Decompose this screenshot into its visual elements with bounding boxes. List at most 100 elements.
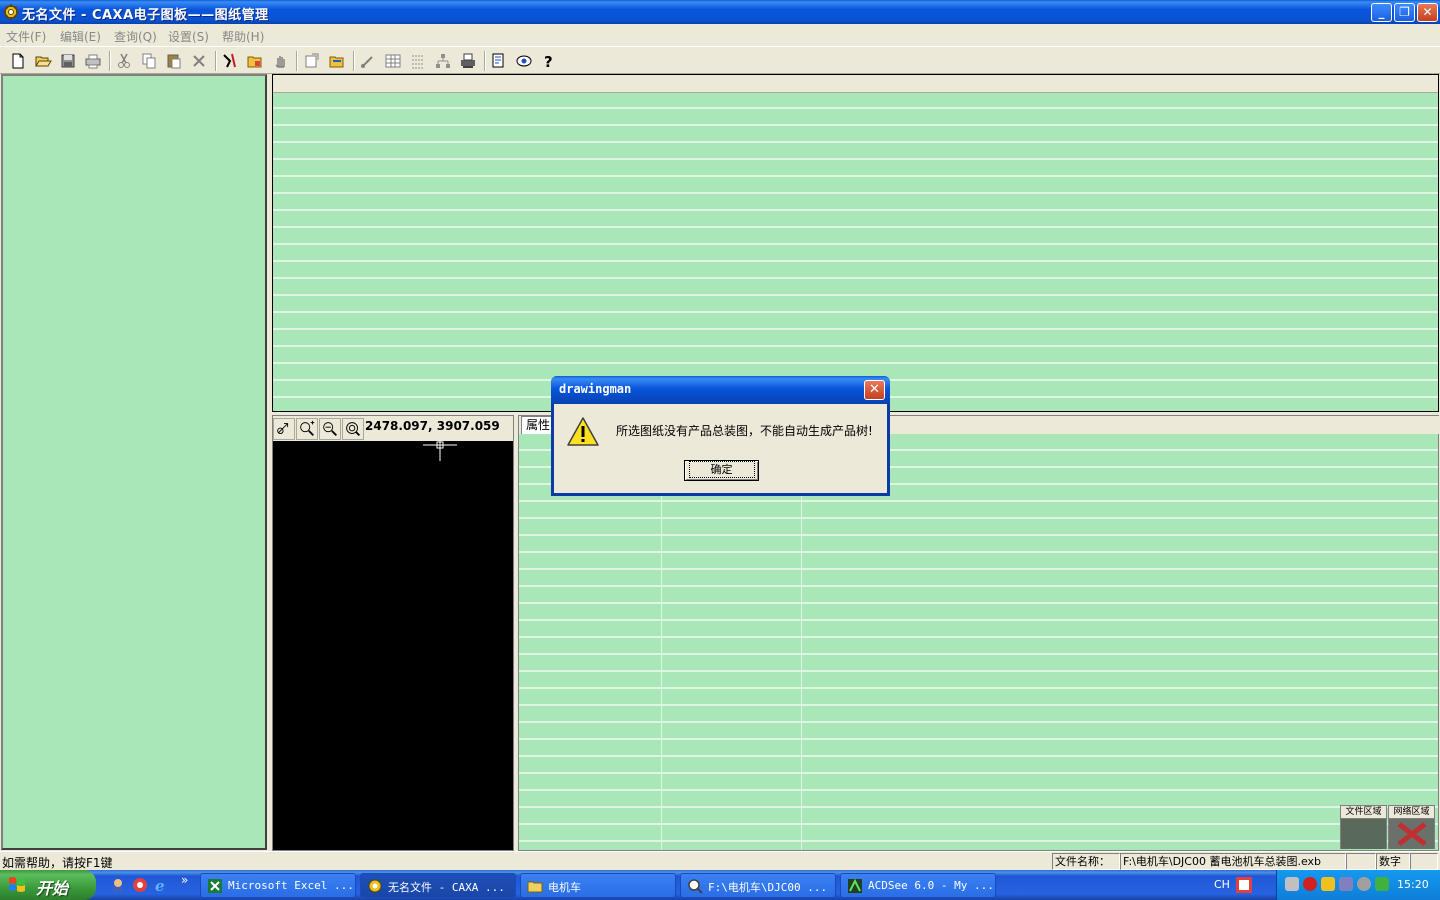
- property-grid[interactable]: [519, 434, 1438, 850]
- quicklaunch-overflow[interactable]: »: [181, 873, 188, 887]
- num-lock-indicator: 数字: [1376, 853, 1410, 870]
- task-caxa[interactable]: 无名文件 - CAXA ...: [360, 873, 516, 898]
- title-bar[interactable]: 无名文件 - CAXA电子图板——图纸管理 _ ❐ ✕: [0, 0, 1440, 24]
- import-icon[interactable]: [327, 51, 347, 71]
- filename-label: 文件名称：: [1052, 853, 1120, 870]
- zoom-all-icon[interactable]: [342, 418, 364, 440]
- cursor-coordinates: 2478.097, 3907.059: [365, 419, 500, 433]
- network-area-label: 网络区域: [1389, 806, 1434, 819]
- drawing-tree-panel[interactable]: [1, 74, 267, 850]
- dialog-message: 所选图纸没有产品总装图，不能自动生成产品树!: [616, 424, 873, 438]
- zoom-icon[interactable]: [319, 418, 341, 440]
- status-help-text: 如需帮助，请按F1键: [2, 856, 113, 870]
- save-icon[interactable]: [58, 51, 78, 71]
- file-area-button[interactable]: 文件区域: [1340, 805, 1387, 849]
- windows-logo-icon: [9, 877, 25, 892]
- tray-shield-icon[interactable]: [1321, 877, 1335, 891]
- paste-icon[interactable]: [164, 51, 184, 71]
- task-label: ACDSee 6.0 - My ...: [868, 879, 994, 892]
- language-indicator[interactable]: CH: [1214, 878, 1230, 891]
- status-cell-empty-2: [1410, 853, 1438, 870]
- menu-help[interactable]: 帮助(H): [222, 28, 264, 45]
- clock[interactable]: 15:20: [1397, 878, 1429, 891]
- tray-security-icon[interactable]: [1375, 877, 1389, 891]
- network-area-button[interactable]: 网络区域: [1388, 805, 1435, 849]
- export-icon[interactable]: [302, 51, 322, 71]
- folder-icon: [527, 881, 543, 893]
- filename-value: F:\电机车\DJC00 蓄电池机车总装图.exb: [1120, 853, 1346, 870]
- view-icon[interactable]: [514, 51, 534, 71]
- start-label: 开始: [36, 879, 69, 898]
- caxa-app-icon: [3, 4, 19, 20]
- list-icon[interactable]: [408, 51, 428, 71]
- toolbar: ?: [0, 46, 1440, 74]
- task-label: 电机车: [548, 881, 581, 894]
- dialog-close-button[interactable]: ✕: [864, 380, 885, 400]
- drawing-list-panel[interactable]: [272, 74, 1439, 412]
- crosshair-cursor-icon: [423, 441, 457, 461]
- delete-icon[interactable]: [189, 51, 209, 71]
- excel-icon: [208, 879, 222, 893]
- copy-icon[interactable]: [139, 51, 159, 71]
- task-folder[interactable]: 电机车: [520, 873, 676, 898]
- caxa-icon: [368, 879, 382, 893]
- tray-antivirus-icon[interactable]: [1303, 877, 1317, 891]
- window-title: 无名文件 - CAXA电子图板——图纸管理: [22, 8, 269, 23]
- brush-icon[interactable]: [358, 51, 378, 71]
- quicklaunch-media-icon[interactable]: [132, 877, 148, 893]
- dialog-title: drawingman: [559, 382, 632, 396]
- help-icon[interactable]: ?: [539, 51, 559, 71]
- quicklaunch-user-icon[interactable]: [110, 877, 126, 893]
- start-button[interactable]: 开始: [0, 870, 96, 900]
- menu-file[interactable]: 文件(F): [6, 28, 46, 45]
- printer-icon[interactable]: [458, 51, 478, 71]
- open-icon[interactable]: [33, 51, 53, 71]
- minimize-button[interactable]: _: [1371, 3, 1392, 22]
- ime-icon[interactable]: [1236, 877, 1252, 893]
- hammer-icon[interactable]: [220, 51, 240, 71]
- status-bar: 如需帮助，请按F1键 文件名称： F:\电机车\DJC00 蓄电池机车总装图.e…: [0, 851, 1440, 870]
- new-icon[interactable]: [8, 51, 28, 71]
- tray-network-icon[interactable]: [1285, 877, 1299, 891]
- tray-sound-icon[interactable]: [1357, 877, 1371, 891]
- pan-icon[interactable]: [273, 418, 295, 440]
- close-button[interactable]: ✕: [1417, 3, 1438, 22]
- tree-icon[interactable]: [433, 51, 453, 71]
- tab-properties[interactable]: 属性: [521, 416, 555, 434]
- tray-app-icon[interactable]: [1339, 877, 1353, 891]
- region-switcher: 文件区域 网络区域: [1340, 805, 1436, 849]
- zoom-window-icon[interactable]: [296, 418, 318, 440]
- status-cell-empty: [1346, 853, 1376, 870]
- message-dialog: drawingman ✕ 所选图纸没有产品总装图，不能自动生成产品树! 确定: [551, 376, 890, 496]
- task-label: 无名文件 - CAXA ...: [388, 881, 505, 894]
- menu-bar: 文件(F) 编辑(E) 查询(Q) 设置(S) 帮助(H): [0, 24, 1440, 46]
- table-icon[interactable]: [383, 51, 403, 71]
- svg-text:?: ?: [544, 53, 553, 71]
- preview-canvas[interactable]: [273, 441, 513, 850]
- task-excel[interactable]: Microsoft Excel ...: [200, 873, 356, 898]
- cut-icon[interactable]: [114, 51, 134, 71]
- task-acdsee[interactable]: ACDSee 6.0 - My ...: [840, 873, 996, 898]
- preview-area: 2478.097, 3907.059: [272, 415, 514, 851]
- task-label: F:\电机车\DJC00 ...: [708, 881, 828, 894]
- ok-button[interactable]: 确定: [684, 460, 759, 481]
- taskbar: 开始 e » Microsoft Excel ... 无名文件 - CAXA .…: [0, 870, 1440, 900]
- dialog-title-bar[interactable]: drawingman ✕: [551, 376, 890, 404]
- acdsee-icon: [848, 878, 862, 893]
- search-icon: [688, 879, 703, 894]
- task-label: Microsoft Excel ...: [228, 879, 354, 892]
- hand-icon[interactable]: [270, 51, 290, 71]
- menu-settings[interactable]: 设置(S): [168, 28, 209, 45]
- system-tray: 15:20: [1276, 870, 1440, 900]
- quicklaunch-ie-icon[interactable]: e: [154, 877, 170, 893]
- menu-edit[interactable]: 编辑(E): [60, 28, 101, 45]
- restore-button[interactable]: ❐: [1394, 3, 1415, 22]
- folder-add-icon[interactable]: [245, 51, 265, 71]
- print-icon[interactable]: [83, 51, 103, 71]
- list-header[interactable]: [273, 75, 1438, 93]
- task-search[interactable]: F:\电机车\DJC00 ...: [680, 873, 836, 898]
- preview-toolbar: 2478.097, 3907.059: [273, 416, 513, 440]
- menu-query[interactable]: 查询(Q): [114, 28, 157, 45]
- document-search-icon[interactable]: [489, 51, 509, 71]
- warning-icon: [567, 417, 599, 446]
